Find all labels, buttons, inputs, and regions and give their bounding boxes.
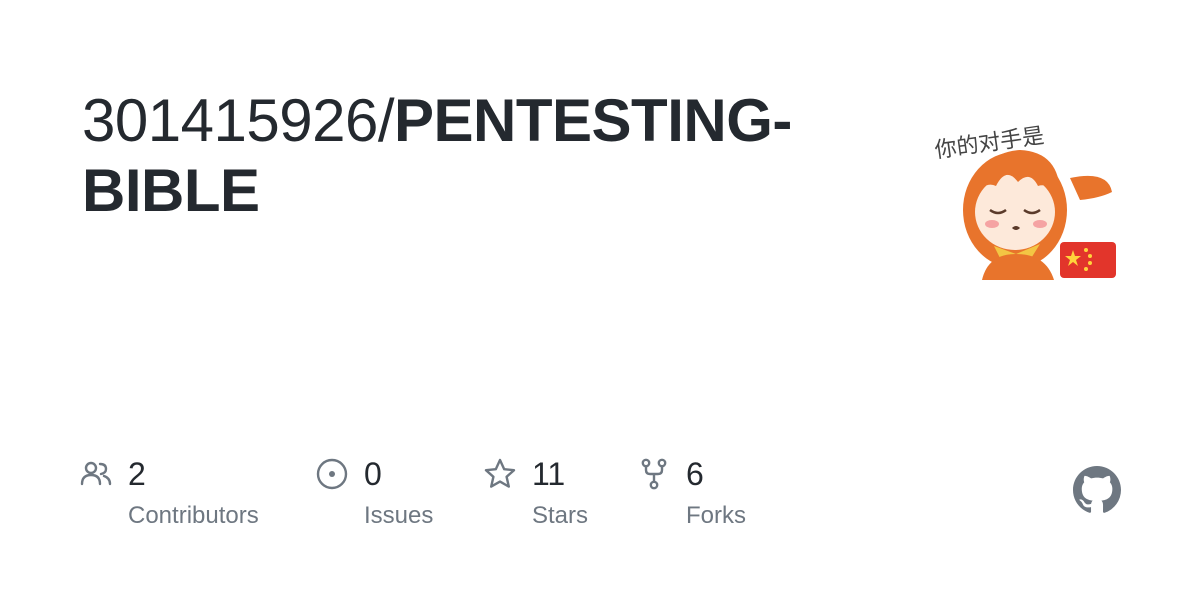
stat-contributors[interactable]: 2 Contributors — [80, 450, 280, 540]
contributors-count: 2 — [128, 456, 146, 492]
repo-name-part1: PENTESTING- — [394, 87, 792, 154]
stat-issues[interactable]: 0 Issues — [316, 450, 456, 540]
owner-avatar: 你的对手是 — [933, 124, 1116, 280]
github-mark-icon[interactable] — [1073, 466, 1121, 514]
stars-label: Stars — [532, 502, 589, 529]
people-icon — [80, 461, 112, 486]
repo-title: 301415926/PENTESTING- BIBLE — [82, 86, 842, 226]
repo-forked-icon — [641, 458, 667, 490]
forks-label: Forks — [686, 502, 746, 529]
stars-count: 11 — [532, 456, 566, 492]
issues-label: Issues — [364, 502, 434, 529]
forks-count: 6 — [686, 456, 704, 492]
star-icon — [484, 458, 516, 488]
contributors-label: Contributors — [128, 502, 259, 529]
stat-stars[interactable]: 11 Stars — [484, 450, 604, 540]
repo-owner: 301415926/ — [82, 87, 395, 154]
issues-count: 0 — [364, 456, 382, 492]
repo-stats: 2 Contributors 0 Issues 11 Stars 6 Forks — [0, 450, 1200, 550]
stat-forks[interactable]: 6 Forks — [638, 450, 768, 540]
issue-circle-icon — [316, 458, 348, 490]
repo-name-part2: BIBLE — [82, 157, 260, 224]
